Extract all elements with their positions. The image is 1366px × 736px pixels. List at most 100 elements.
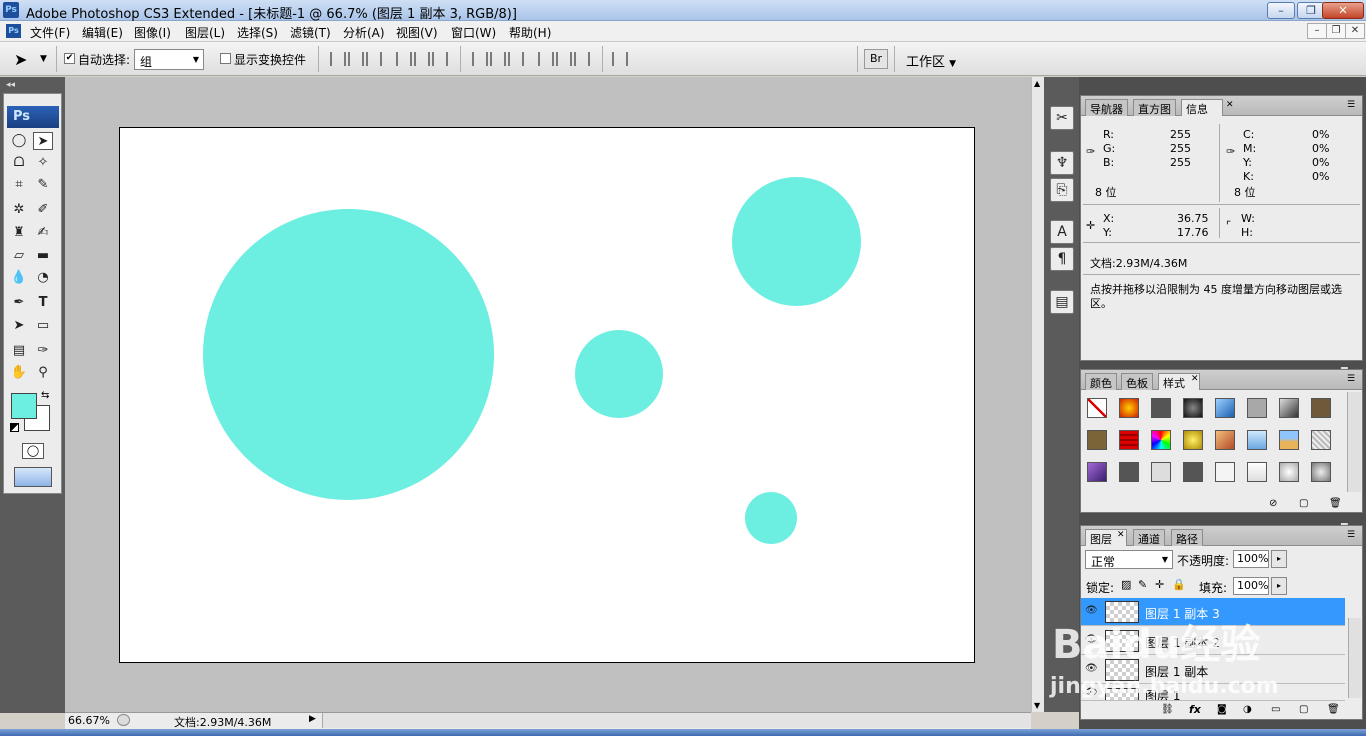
style-swatch[interactable]: [1087, 462, 1107, 482]
scroll-down-icon[interactable]: ▼: [1034, 701, 1040, 710]
chevron-down-icon[interactable]: ▼: [40, 54, 47, 64]
tab-paths[interactable]: 路径: [1171, 529, 1203, 546]
collapse-icon[interactable]: ◂◂: [6, 80, 15, 90]
new-layer-icon[interactable]: ▢: [1299, 704, 1308, 715]
document-icon[interactable]: Ps: [6, 24, 21, 38]
zoom-level[interactable]: 66.67%: [68, 714, 110, 727]
style-swatch[interactable]: [1311, 430, 1331, 450]
hand-tool-icon[interactable]: ✋: [9, 364, 29, 382]
eraser-tool-icon[interactable]: ▱: [9, 247, 29, 265]
styles-scrollbar[interactable]: [1347, 392, 1361, 492]
crop-tool-icon[interactable]: ⌗: [9, 176, 29, 194]
panel-menu-icon[interactable]: ☰: [1347, 100, 1355, 110]
character-icon[interactable]: A: [1050, 220, 1074, 244]
close-tab-icon[interactable]: ✕: [1191, 374, 1199, 384]
auto-select-checkbox[interactable]: ✔: [64, 53, 75, 64]
minimize-button[interactable]: –: [1267, 2, 1295, 19]
align-left-icon[interactable]: [396, 52, 412, 66]
lock-transparency-icon[interactable]: ▨: [1121, 578, 1131, 591]
style-swatch[interactable]: [1247, 430, 1267, 450]
style-swatch[interactable]: [1247, 462, 1267, 482]
doc-minimize-button[interactable]: –: [1307, 23, 1327, 39]
menu-select[interactable]: 选择(S): [237, 24, 278, 41]
paragraph-icon[interactable]: ¶: [1050, 247, 1074, 271]
delete-style-icon[interactable]: ⊘: [1269, 498, 1277, 509]
history-brush-tool-icon[interactable]: ✍: [33, 224, 53, 242]
small-circle-shape[interactable]: [575, 330, 663, 418]
zoom-tool-icon[interactable]: ⚲: [33, 364, 53, 382]
style-swatch[interactable]: [1183, 462, 1203, 482]
lock-position-icon[interactable]: ✛: [1155, 578, 1164, 591]
show-transform-checkbox[interactable]: [220, 53, 231, 64]
distribute-bottom-icon[interactable]: [508, 52, 524, 66]
move-tool-icon[interactable]: ➤: [33, 132, 53, 150]
style-swatch[interactable]: [1151, 430, 1171, 450]
quick-mask-icon[interactable]: ◯: [22, 443, 44, 459]
opacity-input[interactable]: 100%: [1233, 550, 1269, 568]
style-swatch[interactable]: [1215, 398, 1235, 418]
opacity-slider-arrow-icon[interactable]: ▸: [1271, 550, 1287, 568]
lock-all-icon[interactable]: 🔒: [1172, 578, 1186, 591]
eyedropper-tool-icon[interactable]: ✑: [33, 342, 53, 360]
menu-image[interactable]: 图像(I): [134, 24, 171, 41]
dodge-tool-icon[interactable]: ◔: [33, 269, 53, 287]
align-hcenter-icon[interactable]: [414, 52, 430, 66]
screen-mode-icon[interactable]: [14, 467, 52, 487]
scroll-up-icon[interactable]: ▲: [1034, 79, 1040, 88]
align-top-icon[interactable]: [330, 52, 346, 66]
tab-navigator[interactable]: 导航器: [1085, 99, 1128, 116]
brushes-icon[interactable]: ♆: [1050, 151, 1074, 175]
pen-tool-icon[interactable]: ✒: [9, 294, 29, 312]
doc-restore-button[interactable]: ❐: [1326, 23, 1346, 39]
tiny-circle-shape[interactable]: [745, 492, 797, 544]
menu-view[interactable]: 视图(V): [396, 24, 438, 41]
style-swatch[interactable]: [1279, 462, 1299, 482]
close-tab-icon[interactable]: ✕: [1117, 530, 1125, 540]
move-tool-icon[interactable]: ➤: [14, 50, 27, 69]
path-selection-tool-icon[interactable]: ➤: [9, 317, 29, 335]
align-bottom-icon[interactable]: [366, 52, 382, 66]
align-right-icon[interactable]: [432, 52, 448, 66]
blur-tool-icon[interactable]: 💧: [9, 269, 29, 287]
panel-menu-icon[interactable]: ☰: [1347, 374, 1355, 384]
layer-style-icon[interactable]: fx: [1189, 703, 1201, 716]
style-swatch[interactable]: [1119, 430, 1139, 450]
menu-file[interactable]: 文件(F): [30, 24, 70, 41]
menu-analysis[interactable]: 分析(A): [343, 24, 385, 41]
panel-menu-icon[interactable]: ☰: [1347, 530, 1355, 540]
align-vcenter-icon[interactable]: [348, 52, 364, 66]
magic-wand-tool-icon[interactable]: ✧: [33, 154, 53, 172]
auto-align-icon[interactable]: [612, 52, 628, 66]
tab-color[interactable]: 颜色: [1085, 373, 1117, 390]
trash-icon[interactable]: 🗑: [1329, 498, 1342, 509]
distribute-right-icon[interactable]: [574, 52, 590, 66]
tool-presets-icon[interactable]: ✂: [1050, 106, 1074, 130]
workspace-menu[interactable]: 工作区 ▼: [906, 51, 956, 70]
link-layers-icon[interactable]: ⛓: [1161, 704, 1174, 715]
menu-window[interactable]: 窗口(W): [451, 24, 496, 41]
default-colors-icon[interactable]: [10, 423, 19, 432]
new-group-icon[interactable]: ▭: [1271, 704, 1280, 715]
distribute-vcenter-icon[interactable]: [490, 52, 506, 66]
add-mask-icon[interactable]: ◙: [1217, 704, 1227, 715]
style-swatch[interactable]: [1183, 398, 1203, 418]
type-tool-icon[interactable]: T: [33, 294, 53, 312]
menu-edit[interactable]: 编辑(E): [82, 24, 123, 41]
style-swatch[interactable]: [1183, 430, 1203, 450]
notes-tool-icon[interactable]: ▤: [9, 342, 29, 360]
layer-comps-icon[interactable]: ▤: [1050, 290, 1074, 314]
auto-select-dropdown[interactable]: 组 ▼: [134, 49, 204, 70]
tab-histogram[interactable]: 直方图: [1133, 99, 1176, 116]
fill-input[interactable]: 100%: [1233, 577, 1269, 595]
tab-swatches[interactable]: 色板: [1121, 373, 1153, 390]
style-swatch[interactable]: [1279, 398, 1299, 418]
healing-brush-tool-icon[interactable]: ✲: [9, 201, 29, 219]
new-style-icon[interactable]: ▢: [1299, 498, 1308, 509]
tab-channels[interactable]: 通道: [1133, 529, 1165, 546]
maximize-button[interactable]: ❐: [1297, 2, 1325, 19]
style-swatch[interactable]: [1215, 430, 1235, 450]
rectangle-tool-icon[interactable]: ▭: [33, 317, 53, 335]
close-window-button[interactable]: ✕: [1322, 2, 1364, 19]
trash-icon[interactable]: 🗑: [1327, 704, 1340, 715]
large-circle-shape[interactable]: [203, 209, 494, 500]
